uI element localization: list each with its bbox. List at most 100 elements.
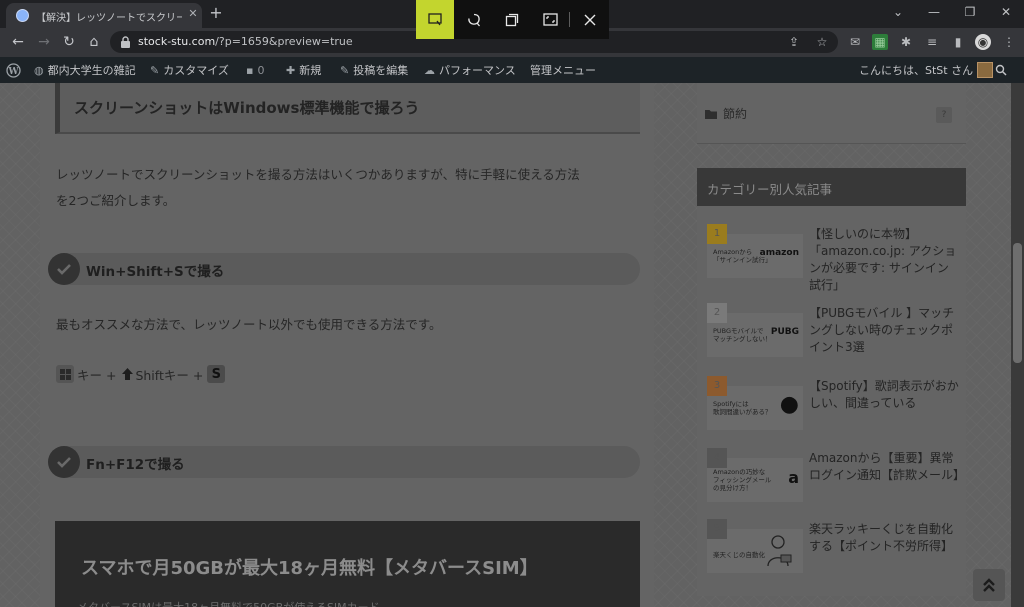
ranking-title: 楽天ラッキーくじを自動化する【ポイント不労所得】 <box>809 522 954 553</box>
ranking-item[interactable]: Amazonの巧妙な フィッシングメール の見分け方！ a 4 Amazonから… <box>707 448 966 520</box>
category-label: 節約 <box>723 107 748 121</box>
folder-icon <box>705 109 717 119</box>
window-close-icon[interactable]: ✕ <box>997 4 1015 20</box>
plus-icon: ✚ <box>286 63 296 77</box>
ranking-item[interactable]: 楽天くじの自動化 5 楽天ラッキーくじを自動化する【ポイント不労所得】 <box>707 519 962 591</box>
ranking-number-badge: 2 <box>707 303 727 323</box>
ranking-item[interactable]: Spotifyには 歌詞間違いがある？ ● 3 【Spotify】歌詞表示がおか… <box>707 376 962 448</box>
window-snip-button[interactable] <box>493 0 531 39</box>
calc-extension-icon[interactable]: ▦ <box>872 34 888 50</box>
account-link[interactable]: こんにちは、StSt さん <box>859 62 994 78</box>
ranking-number-badge: 5 <box>707 519 727 539</box>
browser-menu-icon[interactable]: ⋮ <box>1001 34 1017 50</box>
freeform-snip-button[interactable] <box>455 0 493 39</box>
site-favicon-icon <box>16 9 29 22</box>
close-snip-button[interactable] <box>571 0 609 39</box>
promo-subtitle: メタバースSIMは最大18ヶ月無料で50GBが使えるSIMカード <box>77 599 380 607</box>
share-icon[interactable]: ⇪ <box>786 34 802 50</box>
admin-search-icon[interactable] <box>995 62 1007 78</box>
pencil-icon: ✎ <box>340 63 350 77</box>
back-icon[interactable]: ← <box>10 34 26 50</box>
s-key: S <box>207 365 226 383</box>
subheading-fn-f12: Fn+F12で撮る <box>48 446 640 478</box>
greeting: こんにちは、StSt さん <box>859 64 974 77</box>
key-label-shift: Shiftキー + <box>135 367 204 383</box>
intro-line-2: を2つご紹介します。 <box>56 193 176 208</box>
fullscreen-snip-button[interactable] <box>531 0 569 39</box>
dashboard-icon: ◍ <box>34 63 44 77</box>
intro-line-1: レッツノートでスクリーンショットを撮る方法はいくつかありますが、特に手軽に使える… <box>56 167 580 182</box>
brush-icon: ✎ <box>150 63 160 77</box>
reload-icon[interactable]: ↻ <box>61 34 77 50</box>
browser-tab[interactable]: 【解決】レッツノートでスクリーンショットを ✕ <box>6 3 202 28</box>
rectangle-snip-icon <box>428 13 442 26</box>
lock-icon <box>121 36 130 48</box>
user-avatar <box>977 62 994 78</box>
edit-post-link[interactable]: ✎ 投稿を編集 <box>340 62 408 78</box>
tab-search-icon[interactable]: ⌄ <box>889 4 907 20</box>
comments-link[interactable]: ▪ 0 <box>246 62 264 78</box>
ranking-item[interactable]: PUBGモバイルで マッチングしない！ PUBG 2 【PUBGモバイル 】マッ… <box>707 303 962 375</box>
edit-post-label: 投稿を編集 <box>353 64 409 77</box>
tab-title: 【解決】レッツノートでスクリーンショットを <box>36 13 182 24</box>
page-content: スクリーンショットはWindows標準機能で撮ろう レッツノートでスクリーンショ… <box>0 83 1024 607</box>
snip-toolbar <box>416 0 609 39</box>
thumbnail-logo: amazon <box>759 248 799 258</box>
tab-close-icon[interactable]: ✕ <box>186 7 200 21</box>
profile-avatar-icon[interactable]: ◉ <box>975 34 991 50</box>
ranking-number-badge: 4 <box>707 448 727 468</box>
performance-link[interactable]: ☁ パフォーマンス <box>424 62 516 78</box>
comments-count: 0 <box>257 63 265 77</box>
extensions-puzzle-icon[interactable]: ✱ <box>898 34 914 50</box>
amazon-logo-icon: a <box>788 468 799 487</box>
url-host: stock-stu.com <box>138 35 216 48</box>
window-snip-icon <box>505 13 519 26</box>
home-icon[interactable]: ⌂ <box>86 34 102 50</box>
customize-label: カスタマイズ <box>163 64 229 77</box>
page-scrollbar[interactable] <box>1011 83 1024 607</box>
person-illustration-icon <box>767 535 792 567</box>
admin-menu-link[interactable]: 管理メニュー <box>530 62 596 78</box>
scrollbar-thumb[interactable] <box>1013 243 1022 363</box>
promo-box[interactable]: スマホで月50GBが最大18ヶ月無料【メタバースSIM】 メタバースSIMは最大… <box>55 521 640 607</box>
subheading-text: Fn+F12で撮る <box>86 457 185 473</box>
site-name: 都内大学生の雑記 <box>47 64 136 77</box>
comment-icon: ▪ <box>246 63 254 77</box>
subheading-text: Win+Shift+Sで撮る <box>86 264 225 280</box>
restore-icon[interactable]: ❐ <box>961 4 979 20</box>
ranking-title: 【Spotify】歌詞表示がおかしい、間違っている <box>809 379 959 410</box>
thumbnail-caption: PUBGモバイルで マッチングしない！ <box>713 327 772 343</box>
site-name-link[interactable]: ◍ 都内大学生の雑記 <box>34 62 136 78</box>
spotify-logo-icon: ● <box>779 392 799 417</box>
scroll-to-top-button[interactable] <box>973 569 1005 601</box>
close-icon <box>584 14 596 25</box>
cloud-icon: ☁ <box>424 63 435 77</box>
bookmark-star-icon[interactable]: ☆ <box>814 34 830 50</box>
promo-title: スマホで月50GBが最大18ヶ月無料【メタバースSIM】 <box>81 558 538 579</box>
subheading-win-shift-s: Win+Shift+Sで撮る <box>48 253 640 285</box>
reading-list-icon[interactable]: ≡ <box>924 34 940 50</box>
popular-articles-title: カテゴリー別人気記事 <box>697 168 966 206</box>
popular-articles-list: Amazonから 「サインイン試行」 amazon 1 【怪しいのに本物】「am… <box>697 206 966 596</box>
windows-key-icon <box>56 365 74 383</box>
ranking-item[interactable]: Amazonから 「サインイン試行」 amazon 1 【怪しいのに本物】「am… <box>707 224 962 296</box>
thumbnail-caption: 楽天くじの自動化 <box>713 551 765 559</box>
forward-icon[interactable]: → <box>36 34 52 50</box>
mail-extension-icon[interactable]: ✉ <box>847 34 863 50</box>
new-content-link[interactable]: ✚ 新規 <box>286 62 321 78</box>
performance-label: パフォーマンス <box>439 64 516 77</box>
ranking-number-badge: 3 <box>707 376 727 396</box>
freeform-snip-icon <box>468 13 480 26</box>
minimize-icon[interactable]: — <box>925 4 943 20</box>
rectangle-snip-button[interactable] <box>416 0 454 39</box>
section-heading-h2: スクリーンショットはWindows標準機能で撮ろう <box>55 83 640 134</box>
wordpress-logo-icon[interactable]: W <box>6 62 21 78</box>
ranking-title: Amazonから【重要】異常ログイン通知【詐欺メール】 <box>809 451 966 482</box>
side-panel-icon[interactable]: ▮ <box>950 34 966 50</box>
customize-link[interactable]: ✎ カスタマイズ <box>150 62 229 78</box>
svg-text:W: W <box>7 67 19 77</box>
new-tab-icon[interactable]: + <box>208 5 224 21</box>
h3-1-description: 最もオススメな方法で、レッツノート以外でも使用できる方法です。 <box>56 317 442 332</box>
category-item-saving[interactable]: 節約 <box>705 105 747 122</box>
toolbar-divider <box>569 12 570 27</box>
